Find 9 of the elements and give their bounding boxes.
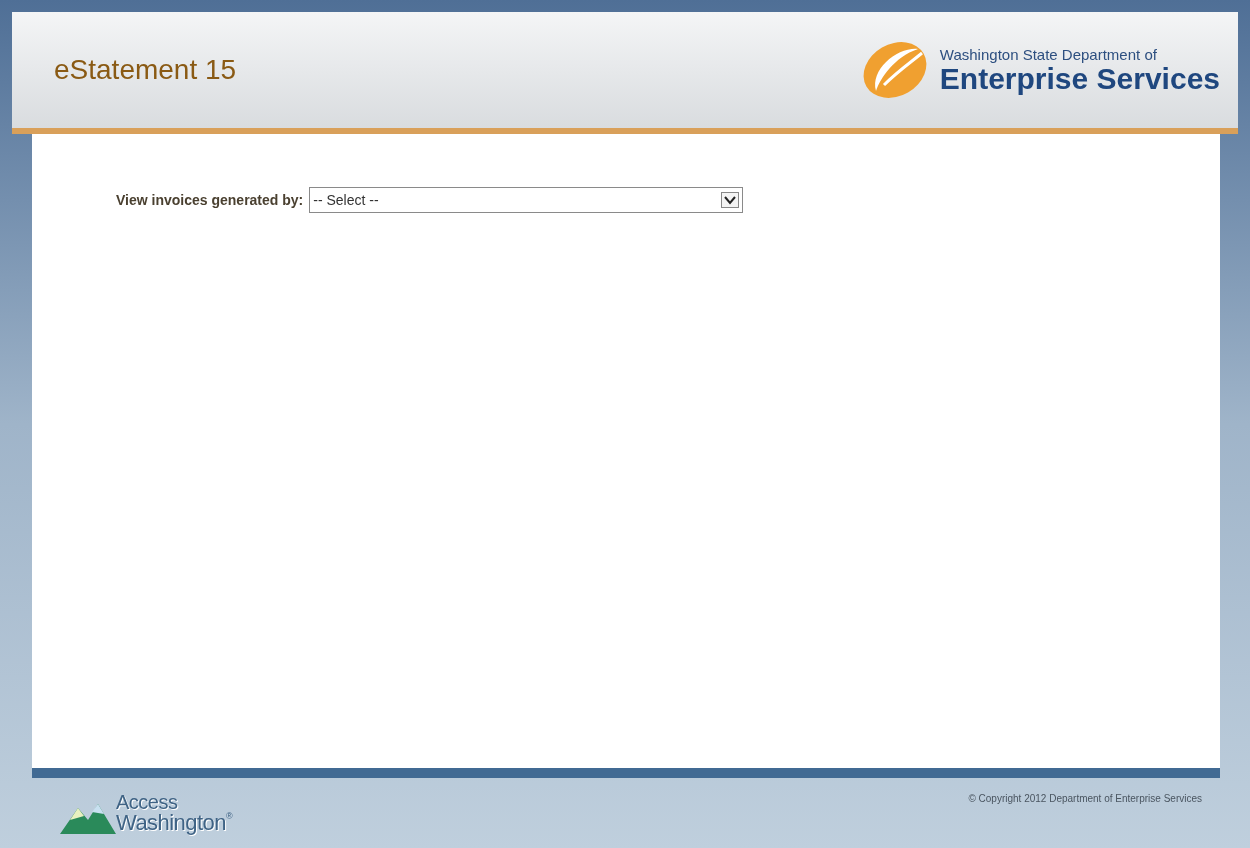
page-title: eStatement 15 bbox=[54, 53, 237, 87]
logo-subtitle: Access bbox=[116, 792, 179, 812]
logo-title: Washington bbox=[116, 812, 226, 834]
logo-subtitle: Washington State Department of bbox=[939, 46, 1158, 62]
generated-by-select[interactable]: -- Select -- bbox=[309, 187, 744, 213]
logo-title: Enterprise Services bbox=[939, 63, 1220, 94]
filter-label: View invoices generated by: bbox=[116, 190, 304, 210]
registered-mark: ® bbox=[225, 812, 233, 821]
copyright-text: © Copyright 2012 Department of Enterprise Services bbox=[968, 792, 1202, 806]
